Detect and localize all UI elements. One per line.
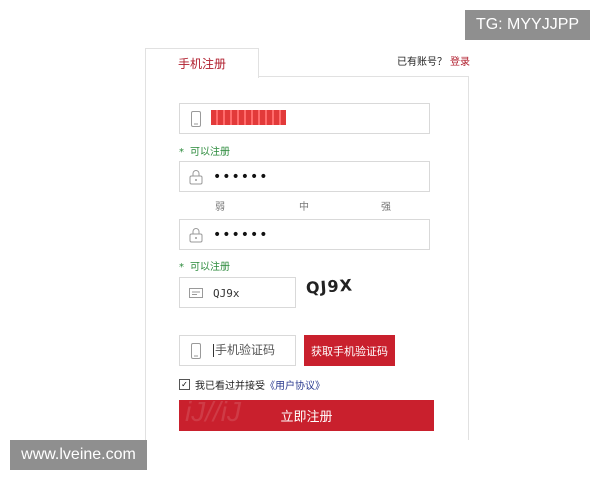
button-ghost-watermark: iJ//iJ: [185, 400, 241, 427]
agreement-link[interactable]: 《用户协议》: [265, 377, 325, 392]
agreement-row: ✓ 我已看过并接受 《用户协议》: [179, 377, 325, 392]
confirm-password-value: ••••••: [213, 227, 269, 243]
phone-icon: [180, 336, 212, 365]
strength-strong: 强: [381, 202, 391, 213]
register-submit-label: 立即注册: [280, 409, 333, 424]
redacted-phone-number: [211, 110, 286, 125]
register-submit-button[interactable]: iJ//iJ 立即注册: [179, 400, 434, 431]
hint-text: 可以注册: [190, 147, 230, 158]
hint-star: *: [179, 262, 184, 273]
captcha-value: QJ9x: [213, 287, 240, 300]
strength-weak: 弱: [215, 202, 225, 213]
watermark-bottom: www.lveine.com: [10, 440, 147, 470]
lock-icon: [180, 162, 212, 191]
tab-divider: [257, 76, 468, 77]
tab-phone-register[interactable]: 手机注册: [145, 48, 259, 78]
password-value: ••••••: [213, 169, 269, 185]
login-prompt: 已有账号？ 登录: [397, 53, 470, 68]
confirm-available-hint: * 可以注册: [179, 258, 230, 273]
login-prompt-text: 已有账号？: [397, 57, 447, 68]
captcha-icon: [180, 278, 212, 307]
hint-star: *: [179, 147, 184, 158]
watermark-top: TG: MYYJJPP: [465, 10, 590, 40]
captcha-image[interactable]: QJ9X: [305, 275, 354, 300]
agreement-text: 我已看过并接受: [195, 381, 265, 392]
login-link[interactable]: 登录: [450, 57, 470, 68]
hint-text: 可以注册: [190, 262, 230, 273]
lock-icon: [180, 220, 212, 249]
sms-placeholder: 手机验证码: [213, 343, 276, 357]
phone-available-hint: * 可以注册: [179, 143, 230, 158]
phone-icon: [180, 104, 212, 133]
strength-medium: 中: [299, 202, 309, 213]
agreement-checkbox[interactable]: ✓: [179, 379, 190, 390]
get-sms-code-button[interactable]: 获取手机验证码: [304, 335, 395, 366]
